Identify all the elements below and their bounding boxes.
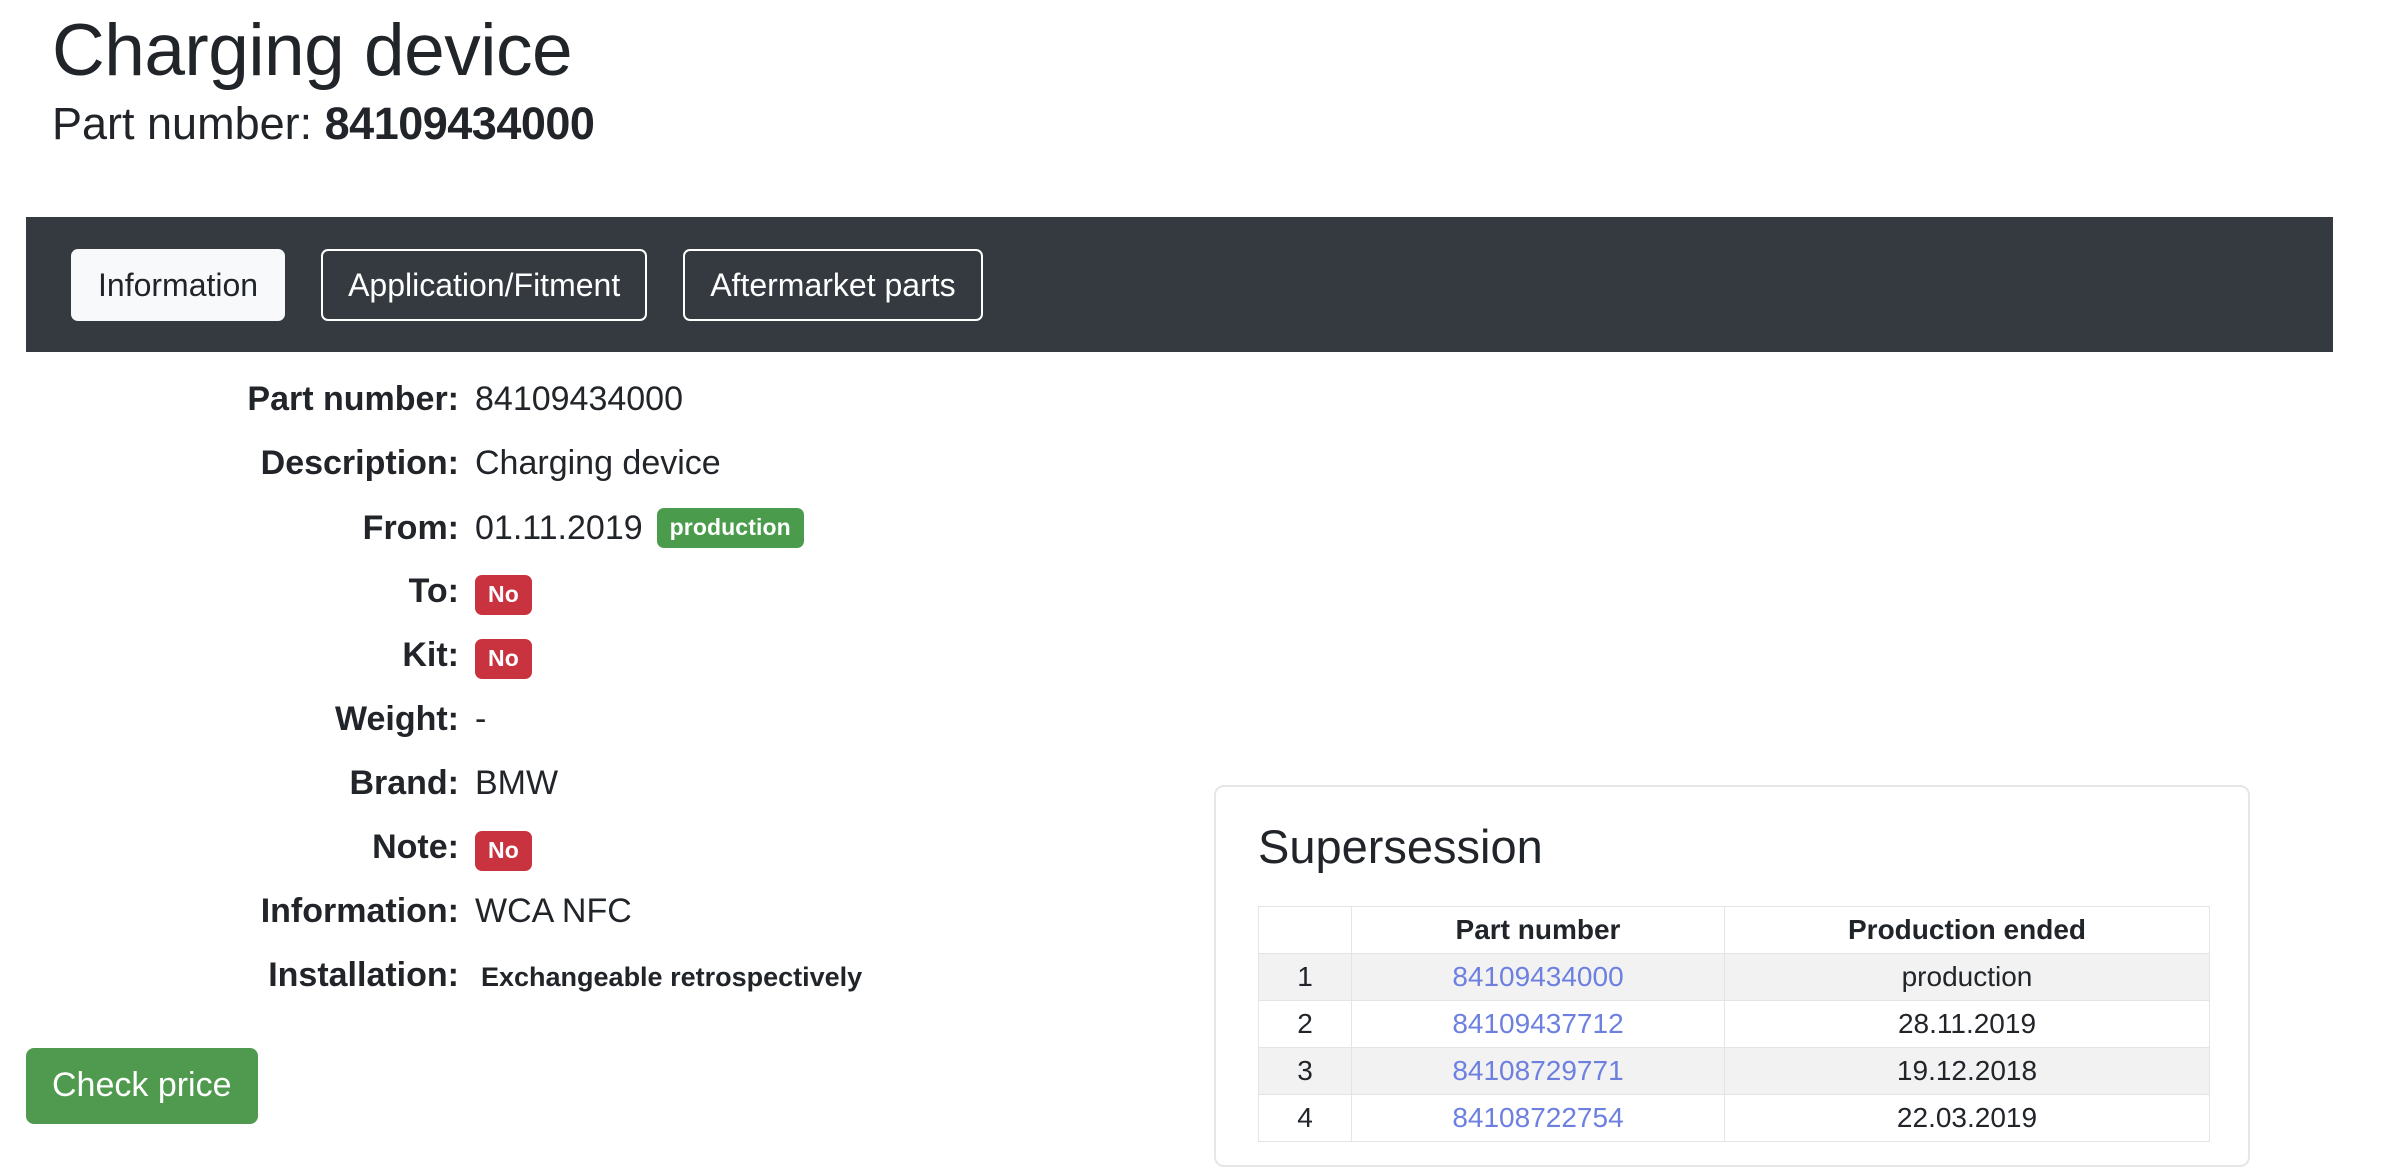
row-production-ended: 19.12.2018 (1724, 1047, 2210, 1095)
spec-label: Part number: (247, 380, 459, 418)
spec-label: Installation: (268, 956, 459, 994)
part-number-link[interactable]: 84108729771 (1452, 1055, 1623, 1086)
spec-value: 01.11.2019 production (475, 508, 804, 548)
spec-value: Charging device (475, 444, 721, 483)
table-header-row: Part number Production ended (1258, 906, 2210, 954)
row-index: 3 (1258, 1047, 1352, 1095)
tab-bar: Information Application/Fitment Aftermar… (26, 217, 2333, 352)
column-header-part-number: Part number (1351, 906, 1725, 954)
spec-row-note: Note: No (0, 828, 1180, 892)
spec-list: Part number: 84109434000 Description: Ch… (0, 380, 1180, 1020)
spec-label: From: (362, 508, 459, 547)
column-header-index (1258, 906, 1352, 954)
spec-value: No (475, 639, 532, 679)
tab-information[interactable]: Information (71, 248, 286, 321)
tab-application-fitment[interactable]: Application/Fitment (321, 248, 648, 321)
row-production-ended: 22.03.2019 (1724, 1094, 2210, 1142)
supersession-title: Supersession (1258, 820, 1543, 873)
spec-row-installation: Installation: Exchangeable retrospective… (0, 956, 1180, 1020)
table-row: 1 84109434000 production (1258, 953, 2210, 1001)
spec-value-text: - (475, 700, 487, 738)
spec-value-text: WCA NFC (475, 892, 632, 930)
part-number-value: 84109434000 (324, 98, 595, 149)
spec-value-text: BMW (475, 764, 559, 802)
page-title: Charging device (52, 10, 573, 91)
spec-value-text: 84109434000 (475, 380, 684, 418)
row-index: 4 (1258, 1094, 1352, 1142)
spec-value: 84109434000 (475, 380, 683, 419)
page-header: Charging device Part number: 84109434000 (0, 0, 2400, 146)
spec-value: Exchangeable retrospectively (475, 962, 862, 993)
table-row: 4 84108722754 22.03.2019 (1258, 1094, 2210, 1142)
tab-aftermarket-parts[interactable]: Aftermarket parts (683, 248, 983, 321)
spec-row-description: Description: Charging device (0, 444, 1180, 508)
spec-label: Description: (260, 444, 459, 482)
part-number-link[interactable]: 84109434000 (1452, 961, 1623, 992)
spec-value-text: 01.11.2019 (475, 508, 643, 547)
spec-row-weight: Weight: - (0, 700, 1180, 764)
table-head: Part number Production ended (1258, 906, 2210, 954)
spec-label: Brand: (349, 764, 459, 802)
spec-label: To: (408, 572, 459, 610)
spec-value: No (475, 831, 532, 871)
column-header-production-ended: Production ended (1724, 906, 2210, 954)
row-index: 2 (1258, 1000, 1352, 1048)
part-number-label: Part number: (52, 98, 313, 149)
spec-label: Note: (372, 828, 459, 866)
supersession-table: Part number Production ended 1 841094340… (1258, 906, 2210, 1142)
table-row: 3 84108729771 19.12.2018 (1258, 1047, 2210, 1095)
spec-row-part-number: Part number: 84109434000 (0, 380, 1180, 444)
spec-value: - (475, 700, 486, 739)
row-production-ended: 28.11.2019 (1724, 1000, 2210, 1048)
spec-row-to: To: No (0, 572, 1180, 636)
check-price-button[interactable]: Check price (26, 1048, 258, 1124)
spec-value: WCA NFC (475, 892, 632, 931)
part-number-line: Part number: 84109434000 (0, 87, 2400, 146)
spec-row-brand: Brand: BMW (0, 764, 1180, 828)
row-part-number[interactable]: 84109434000 (1351, 953, 1725, 1001)
row-part-number[interactable]: 84108729771 (1351, 1047, 1725, 1095)
row-index: 1 (1258, 953, 1352, 1001)
row-part-number[interactable]: 84108722754 (1351, 1094, 1725, 1142)
spec-row-from: From: 01.11.2019 production (0, 508, 1180, 572)
row-part-number[interactable]: 84109437712 (1351, 1000, 1725, 1048)
table-body: 1 84109434000 production 2 84109437712 2… (1258, 953, 2210, 1142)
spec-row-information: Information: WCA NFC (0, 892, 1180, 956)
spec-label: Kit: (402, 636, 459, 674)
row-production-ended: production (1724, 953, 2210, 1001)
part-number-link[interactable]: 84109437712 (1452, 1008, 1623, 1039)
status-badge-no: No (475, 831, 532, 871)
status-badge-production: production (656, 508, 804, 548)
spec-value: BMW (475, 764, 558, 803)
spec-label: Weight: (334, 700, 459, 738)
table-row: 2 84109437712 28.11.2019 (1258, 1000, 2210, 1048)
supersession-card: Supersession Part number Production ende… (1214, 785, 2250, 1167)
spec-row-kit: Kit: No (0, 636, 1180, 700)
status-badge-no: No (475, 575, 532, 615)
part-number-link[interactable]: 84108722754 (1452, 1102, 1623, 1133)
spec-value: No (475, 575, 532, 615)
spec-value-text: Charging device (475, 444, 721, 482)
spec-value-text: Exchangeable retrospectively (481, 962, 863, 992)
spec-label: Information: (260, 892, 459, 930)
status-badge-no: No (475, 639, 532, 679)
